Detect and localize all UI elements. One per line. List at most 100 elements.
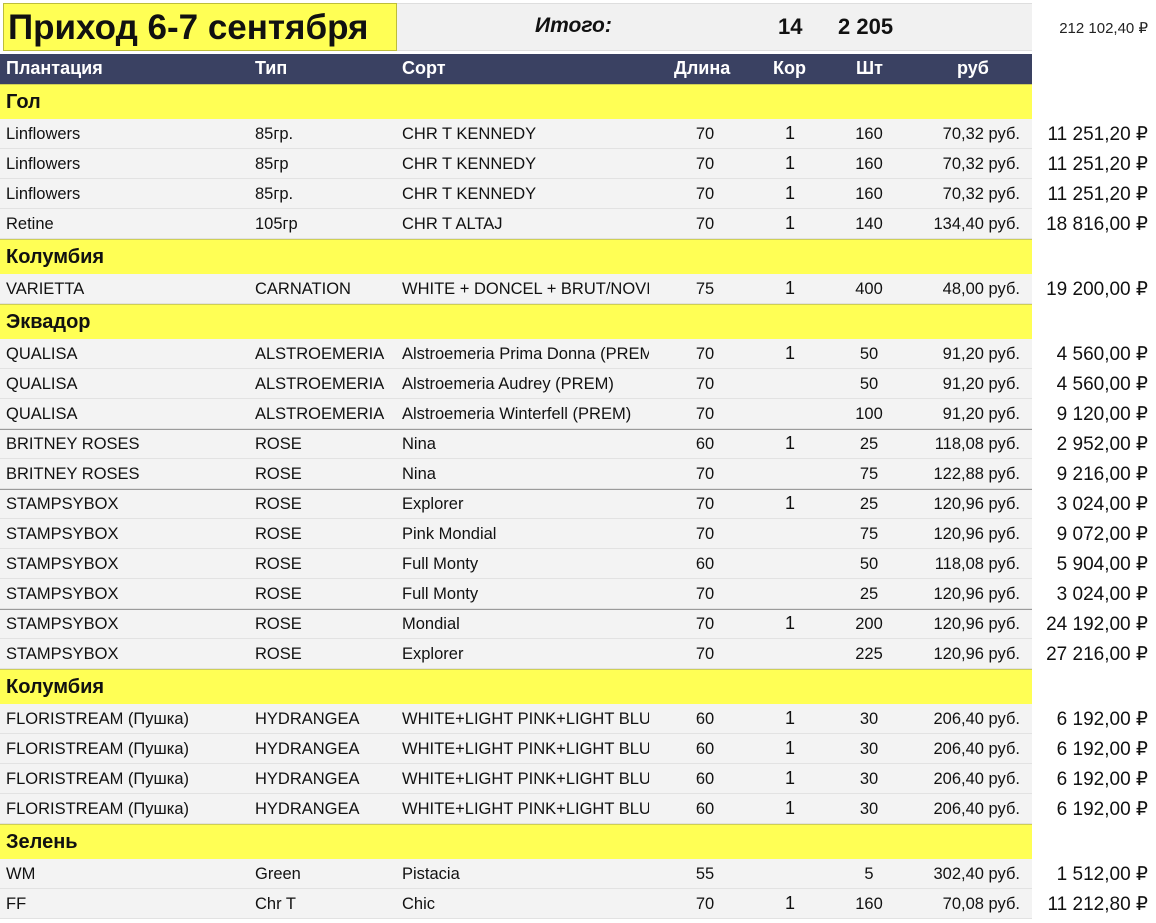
- cell-sort[interactable]: WHITE + DONCEL + BRUT/NOVIA: [402, 280, 649, 299]
- col-type[interactable]: Тип: [255, 58, 287, 79]
- table-row[interactable]: BRITNEY ROSES ROSE Nina 60 1 25 118,08 руб. 2 9…: [0, 429, 1156, 459]
- col-length[interactable]: Длина: [674, 58, 730, 79]
- cell-total[interactable]: 27 216,00 ₽: [1036, 643, 1148, 666]
- cell-total[interactable]: 11 251,20 ₽: [1036, 123, 1148, 146]
- cell-pieces[interactable]: 30: [845, 740, 893, 759]
- cell-price[interactable]: 118,08 руб.: [900, 555, 1020, 574]
- cell-pieces[interactable]: 30: [845, 800, 893, 819]
- cell-plantation[interactable]: BRITNEY ROSES: [6, 435, 140, 454]
- cell-boxes[interactable]: 1: [780, 493, 800, 514]
- cell-price[interactable]: 70,32 руб.: [900, 185, 1020, 204]
- cell-pieces[interactable]: 160: [845, 155, 893, 174]
- cell-total[interactable]: 9 216,00 ₽: [1036, 463, 1148, 486]
- cell-type[interactable]: Chr T: [255, 895, 296, 914]
- cell-length[interactable]: 60: [690, 770, 720, 789]
- cell-plantation[interactable]: FLORISTREAM (Пушка): [6, 740, 189, 759]
- cell-sort[interactable]: Explorer: [402, 495, 649, 514]
- cell-sort[interactable]: CHR T ALTAJ: [402, 215, 649, 234]
- cell-length[interactable]: 70: [690, 465, 720, 484]
- cell-price[interactable]: 70,08 руб.: [900, 895, 1020, 914]
- cell-length[interactable]: 70: [690, 215, 720, 234]
- cell-type[interactable]: ROSE: [255, 615, 302, 634]
- cell-price[interactable]: 206,40 руб.: [900, 800, 1020, 819]
- cell-sort[interactable]: Full Monty: [402, 555, 649, 574]
- cell-sort[interactable]: Full Monty: [402, 585, 649, 604]
- cell-type[interactable]: 85гр: [255, 155, 289, 174]
- table-row[interactable]: QUALISA ALSTROEMERIA Alstroemeria Audrey (…: [0, 369, 1156, 399]
- cell-type[interactable]: ROSE: [255, 555, 302, 574]
- cell-length[interactable]: 70: [690, 405, 720, 424]
- table-row[interactable]: BRITNEY ROSES ROSE Nina 70 75 122,88 руб. 9 21…: [0, 459, 1156, 489]
- cell-price[interactable]: 120,96 руб.: [900, 645, 1020, 664]
- cell-pieces[interactable]: 160: [845, 125, 893, 144]
- table-row[interactable]: FLORISTREAM (Пушка) HYDRANGEA WHITE+LIGHT …: [0, 734, 1156, 764]
- cell-length[interactable]: 70: [690, 155, 720, 174]
- table-row[interactable]: STAMPSYBOX ROSE Mondial 70 1 200 120,96 руб. 24…: [0, 609, 1156, 639]
- cell-type[interactable]: HYDRANGEA: [255, 800, 360, 819]
- cell-price[interactable]: 91,20 руб.: [900, 345, 1020, 364]
- cell-total[interactable]: 1 512,00 ₽: [1036, 863, 1148, 886]
- cell-total[interactable]: 19 200,00 ₽: [1036, 278, 1148, 301]
- cell-price[interactable]: 122,88 руб.: [900, 465, 1020, 484]
- col-sort[interactable]: Сорт: [402, 58, 446, 79]
- cell-type[interactable]: Green: [255, 865, 301, 884]
- cell-total[interactable]: 11 251,20 ₽: [1036, 183, 1148, 206]
- table-row[interactable]: Linflowers 85гр. CHR T KENNEDY 70 1 160 70,32 …: [0, 179, 1156, 209]
- cell-plantation[interactable]: STAMPSYBOX: [6, 495, 118, 514]
- cell-type[interactable]: ROSE: [255, 585, 302, 604]
- cell-length[interactable]: 70: [690, 645, 720, 664]
- cell-length[interactable]: 55: [690, 865, 720, 884]
- table-row[interactable]: Linflowers 85гр CHR T KENNEDY 70 1 160 70,32 р…: [0, 149, 1156, 179]
- cell-price[interactable]: 120,96 руб.: [900, 525, 1020, 544]
- cell-plantation[interactable]: FLORISTREAM (Пушка): [6, 800, 189, 819]
- cell-plantation[interactable]: Retine: [6, 215, 54, 234]
- cell-plantation[interactable]: QUALISA: [6, 405, 78, 424]
- cell-length[interactable]: 70: [690, 495, 720, 514]
- cell-plantation[interactable]: STAMPSYBOX: [6, 585, 118, 604]
- cell-sort[interactable]: CHR T KENNEDY: [402, 185, 649, 204]
- cell-total[interactable]: 6 192,00 ₽: [1036, 738, 1148, 761]
- cell-plantation[interactable]: WM: [6, 865, 35, 884]
- cell-total[interactable]: 4 560,00 ₽: [1036, 373, 1148, 396]
- cell-price[interactable]: 120,96 руб.: [900, 495, 1020, 514]
- cell-type[interactable]: HYDRANGEA: [255, 740, 360, 759]
- cell-pieces[interactable]: 25: [845, 585, 893, 604]
- cell-boxes[interactable]: 1: [780, 153, 800, 174]
- cell-boxes[interactable]: 1: [780, 123, 800, 144]
- cell-plantation[interactable]: BRITNEY ROSES: [6, 465, 140, 484]
- cell-length[interactable]: 60: [690, 710, 720, 729]
- cell-sort[interactable]: Alstroemeria Winterfell (PREM): [402, 405, 649, 424]
- cell-price[interactable]: 48,00 руб.: [900, 280, 1020, 299]
- cell-length[interactable]: 60: [690, 555, 720, 574]
- table-row[interactable]: STAMPSYBOX ROSE Pink Mondial 70 75 120,96 руб…: [0, 519, 1156, 549]
- cell-total[interactable]: 18 816,00 ₽: [1036, 213, 1148, 236]
- cell-boxes[interactable]: 1: [780, 798, 800, 819]
- cell-total[interactable]: 4 560,00 ₽: [1036, 343, 1148, 366]
- cell-length[interactable]: 60: [690, 435, 720, 454]
- cell-pieces[interactable]: 140: [845, 215, 893, 234]
- cell-price[interactable]: 302,40 руб.: [900, 865, 1020, 884]
- cell-plantation[interactable]: FLORISTREAM (Пушка): [6, 770, 189, 789]
- col-plantation[interactable]: Плантация: [6, 58, 103, 79]
- cell-pieces[interactable]: 75: [845, 525, 893, 544]
- cell-pieces[interactable]: 225: [845, 645, 893, 664]
- cell-type[interactable]: HYDRANGEA: [255, 710, 360, 729]
- cell-sort[interactable]: Nina: [402, 465, 649, 484]
- cell-plantation[interactable]: QUALISA: [6, 375, 78, 394]
- table-row[interactable]: VARIETTA CARNATION WHITE + DONCEL + BRUT/N…: [0, 274, 1156, 304]
- cell-plantation[interactable]: STAMPSYBOX: [6, 525, 118, 544]
- cell-pieces[interactable]: 30: [845, 770, 893, 789]
- cell-total[interactable]: 5 904,00 ₽: [1036, 553, 1148, 576]
- cell-length[interactable]: 70: [690, 615, 720, 634]
- cell-plantation[interactable]: Linflowers: [6, 125, 80, 144]
- cell-type[interactable]: 105гр: [255, 215, 298, 234]
- cell-pieces[interactable]: 75: [845, 465, 893, 484]
- cell-sort[interactable]: WHITE+LIGHT PINK+LIGHT BLUE: [402, 740, 649, 759]
- cell-type[interactable]: 85гр.: [255, 125, 293, 144]
- cell-total[interactable]: 6 192,00 ₽: [1036, 708, 1148, 731]
- cell-pieces[interactable]: 25: [845, 435, 893, 454]
- cell-pieces[interactable]: 100: [845, 405, 893, 424]
- cell-type[interactable]: CARNATION: [255, 280, 351, 299]
- cell-total[interactable]: 6 192,00 ₽: [1036, 768, 1148, 791]
- cell-type[interactable]: ALSTROEMERIA: [255, 345, 384, 364]
